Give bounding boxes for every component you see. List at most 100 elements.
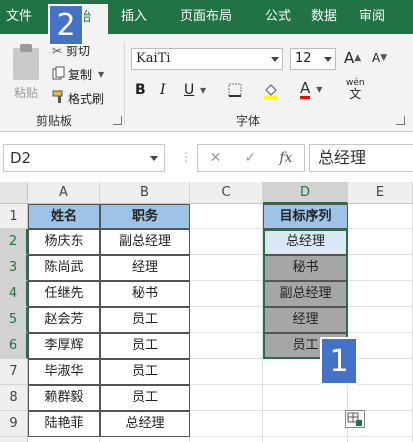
cell-c3[interactable]	[190, 255, 263, 281]
tab-data[interactable]: 数据	[302, 0, 346, 34]
cell-a7[interactable]: 毕淑华	[28, 359, 100, 385]
column-header-d[interactable]: D	[263, 182, 348, 204]
cell-e2[interactable]	[348, 229, 413, 255]
cell-e4[interactable]	[348, 281, 413, 307]
quick-analysis-button[interactable]	[345, 410, 365, 428]
row-header-5[interactable]: 5	[0, 307, 28, 333]
cell-d9[interactable]	[263, 411, 348, 437]
tab-formulas[interactable]: 公式	[256, 0, 300, 34]
cell-c5[interactable]	[190, 307, 263, 333]
formula-input[interactable]: 总经理	[309, 144, 413, 172]
row-header-7[interactable]: 7	[0, 359, 28, 385]
fill-color-button[interactable]	[263, 83, 279, 99]
cell-e10[interactable]	[348, 437, 413, 442]
cell-b9[interactable]: 总经理	[100, 411, 190, 437]
column-header-c[interactable]: C	[190, 182, 263, 204]
cell-b10[interactable]	[100, 437, 190, 442]
cell-c2[interactable]	[190, 229, 263, 255]
name-box-value: D2	[10, 149, 32, 167]
font-size-box[interactable]: 12	[290, 48, 336, 70]
cell-c9[interactable]	[190, 411, 263, 437]
clipboard-launcher-icon[interactable]	[113, 116, 122, 125]
select-all-corner[interactable]	[0, 182, 28, 204]
column-header-a[interactable]: A	[28, 182, 100, 204]
font-color-button[interactable]: A ▼	[300, 80, 322, 99]
cell-d10[interactable]	[263, 437, 348, 442]
font-name-value: KaiTi	[136, 51, 171, 66]
insert-function-icon[interactable]: fx	[279, 150, 292, 166]
chevron-down-icon[interactable]	[150, 156, 158, 161]
row-header-4[interactable]: 4	[0, 281, 28, 307]
paste-label: 粘贴	[14, 86, 39, 100]
row-header-9[interactable]: 9	[0, 411, 28, 437]
cell-e1[interactable]	[348, 204, 413, 229]
cell-b2[interactable]: 副总经理	[100, 229, 190, 255]
cell-b3[interactable]: 经理	[100, 255, 190, 281]
cell-e8[interactable]	[348, 385, 413, 411]
cell-a5[interactable]: 赵会芳	[28, 307, 100, 333]
cell-c6[interactable]	[190, 333, 263, 359]
cell-c8[interactable]	[190, 385, 263, 411]
cell-c7[interactable]	[190, 359, 263, 385]
cell-d8[interactable]	[263, 385, 348, 411]
cell-a2[interactable]: 杨庆东	[28, 229, 100, 255]
chevron-down-icon[interactable]: ▼	[200, 86, 206, 95]
italic-button[interactable]: I	[160, 82, 166, 98]
cell-c4[interactable]	[190, 281, 263, 307]
tab-file[interactable]: 文件	[0, 0, 38, 34]
cell-a4[interactable]: 任继先	[28, 281, 100, 307]
tab-review[interactable]: 审阅	[350, 0, 394, 34]
chevron-down-icon[interactable]	[271, 57, 279, 62]
chevron-down-icon[interactable]	[324, 57, 332, 62]
row-header-8[interactable]: 8	[0, 385, 28, 411]
tab-insert[interactable]: 插入	[112, 0, 156, 34]
chevron-down-icon[interactable]: ▼	[316, 85, 322, 94]
enter-icon[interactable]: ✓	[244, 150, 256, 166]
cell-a10[interactable]	[28, 437, 100, 442]
cell-c10[interactable]	[190, 437, 263, 442]
cell-b1[interactable]: 职务	[100, 204, 190, 229]
cell-d5[interactable]: 经理	[263, 307, 348, 333]
cell-d2[interactable]: 总经理	[263, 229, 348, 255]
resize-grip-icon[interactable]: ⋮	[180, 150, 192, 164]
cell-b4[interactable]: 秘书	[100, 281, 190, 307]
borders-button[interactable]	[228, 83, 242, 97]
shrink-font-button[interactable]: A ▼	[372, 51, 387, 65]
grow-font-button[interactable]: A ▲	[344, 49, 361, 67]
cell-a9[interactable]: 陆艳菲	[28, 411, 100, 437]
cell-a3[interactable]: 陈尚武	[28, 255, 100, 281]
cell-c1[interactable]	[190, 204, 263, 229]
phonetic-guide-bottom: 文	[349, 87, 362, 101]
underline-button[interactable]: U	[184, 82, 194, 98]
cell-b8[interactable]: 员工	[100, 385, 190, 411]
tab-page-layout[interactable]: 页面布局	[160, 0, 252, 34]
column-header-b[interactable]: B	[100, 182, 190, 204]
cancel-icon[interactable]: ✕	[210, 150, 222, 166]
format-painter-icon	[52, 90, 68, 107]
cell-d4[interactable]: 副总经理	[263, 281, 348, 307]
cell-e5[interactable]	[348, 307, 413, 333]
row-header-6[interactable]: 6	[0, 333, 28, 359]
cell-a1[interactable]: 姓名	[28, 204, 100, 229]
font-launcher-icon[interactable]	[396, 116, 405, 125]
paste-button[interactable]	[10, 42, 44, 82]
cell-b5[interactable]: 员工	[100, 307, 190, 333]
font-name-box[interactable]: KaiTi	[131, 48, 283, 70]
row-header-2[interactable]: 2	[0, 229, 28, 255]
row-header-10[interactable]: 10	[0, 437, 28, 442]
row-header-3[interactable]: 3	[0, 255, 28, 281]
format-painter-button[interactable]: 格式刷	[52, 90, 104, 107]
cell-d3[interactable]: 秘书	[263, 255, 348, 281]
copy-button[interactable]: 复制 ▼	[52, 66, 104, 83]
cell-e3[interactable]	[348, 255, 413, 281]
column-header-e[interactable]: E	[348, 182, 413, 204]
bold-button[interactable]: B	[135, 82, 146, 98]
cell-b6[interactable]: 员工	[100, 333, 190, 359]
cell-d1[interactable]: 目标序列	[263, 204, 348, 229]
cell-b7[interactable]: 员工	[100, 359, 190, 385]
phonetic-guide-button[interactable]: wén 文	[346, 78, 365, 100]
row-header-1[interactable]: 1	[0, 204, 28, 229]
cell-a8[interactable]: 赖群毅	[28, 385, 100, 411]
name-box[interactable]: D2	[3, 144, 165, 172]
cell-a6[interactable]: 李厚辉	[28, 333, 100, 359]
